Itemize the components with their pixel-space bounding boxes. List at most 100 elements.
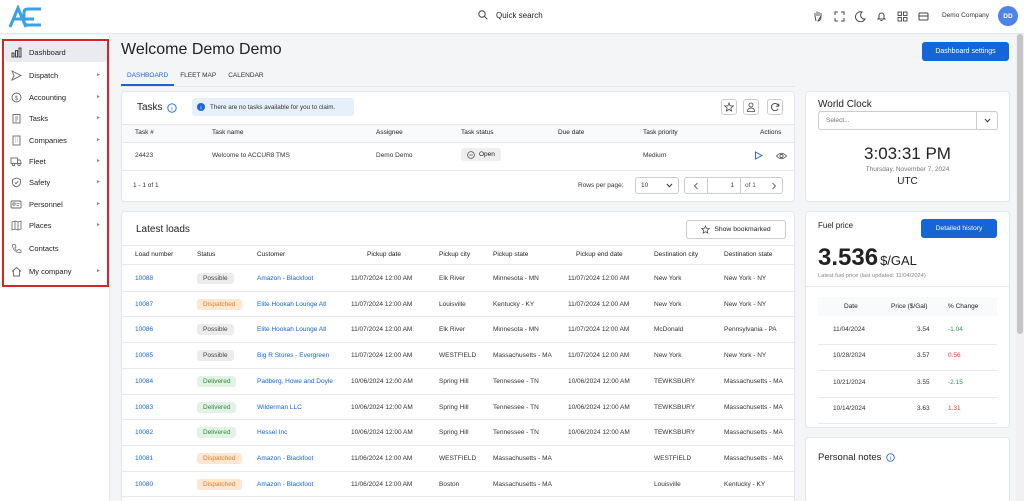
show-bookmarked-button[interactable]: Show bookmarked [686, 220, 786, 239]
personal-notes-title: Personal notes [818, 452, 882, 463]
refresh-button[interactable] [767, 99, 783, 115]
load-destination-city: New York [654, 352, 682, 360]
load-pickup-end-date: 10/06/2024 12:00 AM [568, 377, 630, 385]
rows-per-page-value: 10 [641, 182, 649, 189]
load-number[interactable]: 10087 [135, 301, 153, 308]
bell-icon[interactable] [874, 9, 888, 23]
tab-calendar[interactable]: CALENDAR [222, 68, 269, 86]
chevron-right-icon: ► [96, 115, 101, 121]
load-number[interactable]: 10085 [135, 352, 153, 359]
load-pickup-state: Massachusetts - MA [493, 352, 552, 360]
load-pickup-date: 11/06/2024 12:00 AM [351, 454, 413, 462]
page-input[interactable]: 1 [707, 177, 741, 194]
load-pickup-end-date: 11/07/2024 12:00 AM [568, 275, 630, 282]
avatar[interactable]: DD [998, 6, 1018, 26]
sidebar-item-label: Dispatch [29, 70, 59, 80]
company-name[interactable]: Demo Company [942, 12, 989, 19]
quick-search[interactable]: Quick search [478, 10, 543, 20]
hand-icon[interactable] [811, 9, 825, 23]
sidebar-item-safety[interactable]: Safety ► [5, 172, 107, 192]
eye-icon[interactable] [776, 152, 787, 160]
page-scrollbar[interactable] [1016, 34, 1024, 501]
load-customer[interactable]: Amazon - Blackfoot [257, 481, 313, 488]
column-header: Load number [135, 251, 174, 258]
rows-per-page-select[interactable]: 10 [635, 177, 679, 194]
timezone-select[interactable]: Select... [818, 111, 998, 130]
divider [122, 316, 794, 318]
load-pickup-city: WESTFIELD [439, 454, 477, 462]
timezone-dropdown-toggle[interactable] [976, 112, 997, 129]
play-icon[interactable] [754, 151, 763, 160]
status-badge: Delivered [197, 401, 237, 413]
load-pickup-end-date: 11/07/2024 12:00 AM [568, 352, 630, 360]
load-customer[interactable]: Hessel Inc [257, 429, 287, 436]
quick-search-label: Quick search [496, 10, 543, 20]
column-header: Task name [212, 129, 244, 136]
column-header: Price ($/Gal) [891, 303, 928, 310]
sidebar-item-contacts[interactable]: Contacts [5, 238, 107, 258]
sidebar-item-label: Fleet [29, 156, 46, 166]
rows-per-page-label: Rows per page: [578, 182, 624, 189]
load-pickup-city: Elk River [439, 326, 466, 334]
chevron-right-icon: ► [96, 137, 101, 143]
sidebar-item-my-company[interactable]: My company ► [5, 261, 107, 281]
load-pickup-date: 11/07/2024 12:00 AM [351, 275, 413, 282]
sidebar-item-dashboard[interactable]: Dashboard [5, 42, 107, 62]
star-button[interactable] [721, 99, 737, 115]
status-badge: Open [461, 148, 501, 161]
load-customer[interactable]: Elite Hookah Lounge Atl [257, 301, 326, 308]
load-number[interactable]: 10088 [135, 275, 153, 282]
main-tabs: DASHBOARD FLEET MAP CALENDAR [121, 68, 270, 86]
chevron-left-icon[interactable] [693, 182, 699, 190]
load-customer[interactable]: Wilderman LLC [257, 404, 302, 411]
fullscreen-icon[interactable] [832, 9, 846, 23]
column-header: Task status [461, 129, 494, 136]
load-customer[interactable]: Amazon - Blackfoot [257, 275, 313, 282]
assign-user-button[interactable] [743, 99, 759, 115]
load-customer[interactable]: Big R Stores - Evergreen [257, 352, 329, 359]
load-customer[interactable]: Elite Hookah Lounge Atl [257, 326, 326, 333]
divider [122, 264, 794, 265]
task-name[interactable]: Welcome to ACCUR8 TMS [212, 152, 290, 159]
app-logo[interactable] [8, 5, 44, 29]
task-assignee: Demo Demo [376, 152, 413, 159]
tab-dashboard[interactable]: DASHBOARD [121, 68, 175, 86]
load-number[interactable]: 10086 [135, 326, 153, 333]
load-number[interactable]: 10084 [135, 378, 153, 385]
fuel-change: -2.15 [948, 378, 963, 386]
info-icon[interactable]: i [886, 453, 895, 462]
sidebar-item-label: Contacts [29, 243, 59, 253]
load-number[interactable]: 10082 [135, 429, 153, 436]
chevron-right-icon[interactable] [771, 182, 777, 190]
sidebar-item-fleet[interactable]: Fleet ► [5, 151, 107, 171]
task-priority: Medium [643, 152, 667, 159]
sidebar-item-places[interactable]: Places ► [5, 215, 107, 235]
load-pickup-end-date: 11/07/2024 12:00 AM [568, 326, 630, 334]
sidebar-item-companies[interactable]: Companies ► [5, 130, 107, 150]
sidebar-item-personnel[interactable]: Personnel ► [5, 194, 107, 214]
show-bookmarked-label: Show bookmarked [714, 226, 771, 233]
load-customer[interactable]: Padberg, Howe and Doyle [257, 378, 333, 385]
divider [122, 142, 794, 143]
load-number[interactable]: 10081 [135, 455, 153, 462]
chevron-down-icon [984, 118, 990, 123]
detailed-history-button[interactable]: Detailed history [921, 219, 997, 238]
sidebar-item-accounting[interactable]: $ Accounting ► [5, 87, 107, 107]
tasks-info-alert: i There are no tasks available for you t… [192, 98, 354, 116]
apps-grid-icon[interactable] [895, 9, 909, 23]
info-icon[interactable]: i [167, 103, 177, 113]
sidebar-item-label: Accounting [29, 92, 67, 102]
load-customer[interactable]: Amazon - Blackfoot [257, 455, 313, 462]
scrollbar-thumb[interactable] [1017, 34, 1023, 334]
moon-icon[interactable] [853, 9, 867, 23]
dashboard-settings-button[interactable]: Dashboard settings [922, 42, 1009, 61]
timezone-placeholder: Select... [826, 117, 850, 124]
tab-fleet-map[interactable]: FLEET MAP [174, 68, 222, 86]
sidebar-item-dispatch[interactable]: Dispatch ► [5, 65, 107, 85]
sidebar-item-tasks[interactable]: Tasks ► [5, 108, 107, 128]
load-number[interactable]: 10080 [135, 481, 153, 488]
load-pickup-end-date: 10/06/2024 12:00 AM [568, 429, 630, 437]
load-pickup-state: Minnesota - MN [493, 326, 539, 334]
load-number[interactable]: 10083 [135, 404, 153, 411]
inbox-icon[interactable] [916, 9, 930, 23]
